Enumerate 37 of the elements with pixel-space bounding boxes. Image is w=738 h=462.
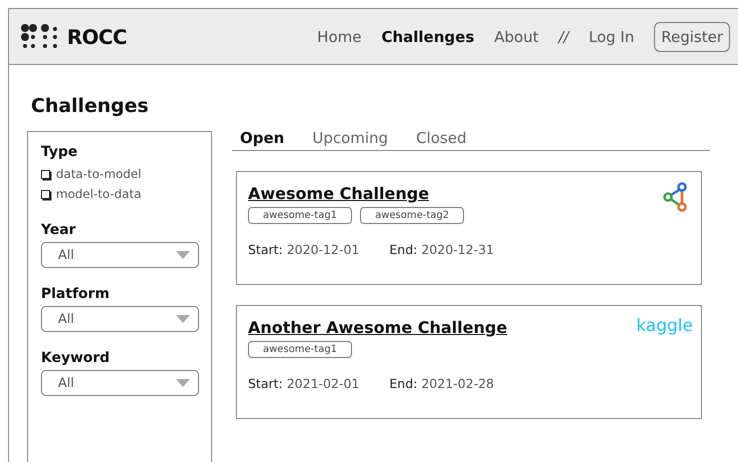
end-date: End: 2021-02-28 [389,376,494,391]
challenge-title[interactable]: Another Awesome Challenge [248,318,508,337]
filter-label: Keyword [41,350,111,366]
nav-separator: // [558,28,569,46]
graph-icon [663,182,689,212]
end-date: End: 2020-12-31 [389,242,494,257]
logo-icon [21,24,59,50]
logo-text: ROCC [67,24,127,48]
dropdown[interactable]: All [41,242,199,268]
checkbox-label: model-to-data [56,186,142,203]
checkbox-label: data-to-model [56,166,142,183]
nav-link[interactable]: Challenges [381,28,474,46]
tag: awesome-tag1 [248,341,352,358]
checkbox[interactable] [41,170,50,178]
tab[interactable]: Upcoming [312,129,388,147]
register-button[interactable]: Register [654,22,730,52]
start-date: Start: 2020-12-01 [248,242,360,257]
filter-label: Platform [41,286,110,302]
caret-icon [176,315,190,323]
checkbox[interactable] [41,190,50,198]
nav-link[interactable]: Home [317,28,362,46]
tab[interactable]: Closed [416,129,466,147]
tag: awesome-tag2 [360,207,464,224]
caret-icon [176,251,190,259]
dropdown[interactable]: All [41,306,199,332]
tab[interactable]: Open [240,129,284,147]
tag: awesome-tag1 [248,207,352,224]
dropdown[interactable]: All [41,370,199,396]
filter-label: Type [41,144,79,160]
nav-link[interactable]: About [494,28,539,46]
login-link[interactable]: Log In [588,28,634,46]
start-date: Start: 2021-02-01 [248,376,360,391]
challenge-title[interactable]: Awesome Challenge [248,184,430,203]
filter-label: Year [41,222,77,238]
caret-icon [176,379,190,387]
platform-logo: kaggle [636,316,693,336]
page-title: Challenges [31,95,150,117]
